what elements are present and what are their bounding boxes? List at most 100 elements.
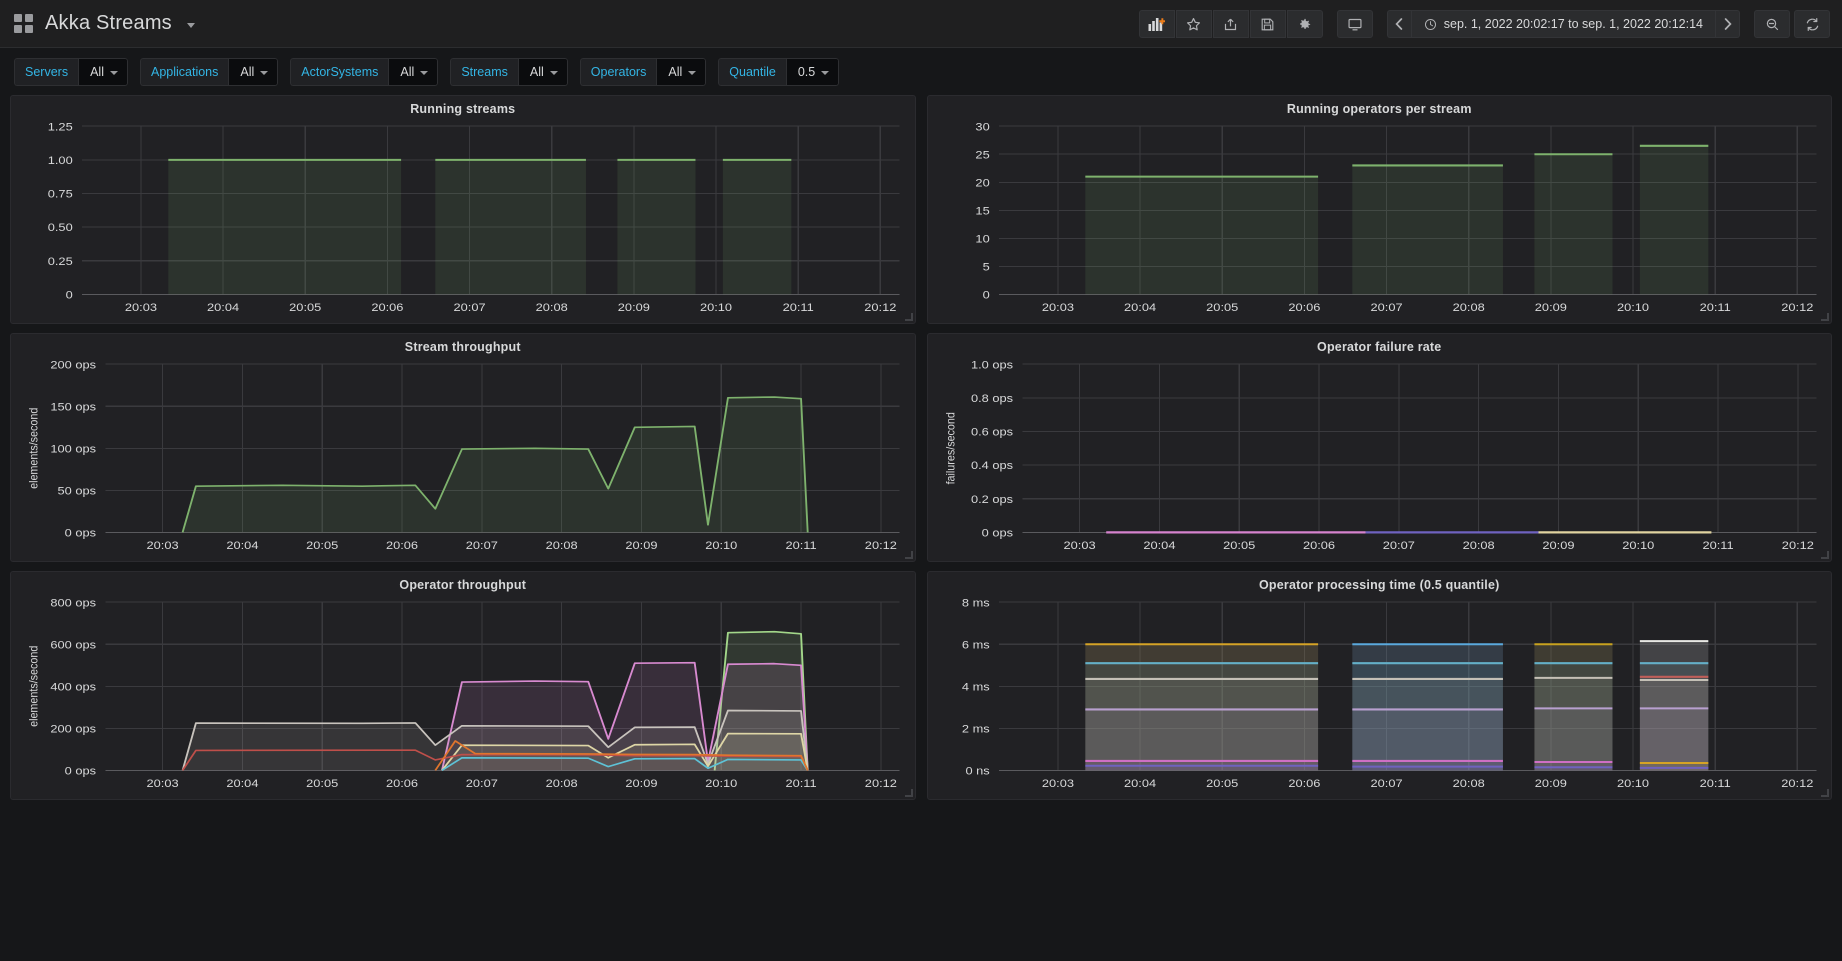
y-axis-tick-label: 200 ops bbox=[50, 722, 96, 735]
clock-icon bbox=[1424, 18, 1436, 30]
panel-stream-throughput[interactable]: Stream throughput 0 ops 50 ops 100 ops 150 … bbox=[10, 333, 916, 562]
y-axis-tick-label: 150 ops bbox=[50, 400, 96, 413]
panel-resize-handle[interactable] bbox=[904, 551, 913, 559]
panel-operator-processing-time[interactable]: Operator processing time (0.5 quantile) … bbox=[926, 571, 1832, 800]
y-axis-tick-label: 2 ms bbox=[961, 722, 989, 735]
panel-resize-handle[interactable] bbox=[904, 313, 913, 321]
x-axis-tick-label: 20:06 bbox=[1302, 539, 1334, 552]
series-group bbox=[181, 396, 809, 533]
variable-value-text-operators: All bbox=[668, 64, 683, 79]
variable-value-actorsystems[interactable]: All bbox=[388, 57, 439, 86]
x-axis-tick-label: 20:09 bbox=[1534, 777, 1566, 790]
y-axis-tick-label: 0.25 bbox=[48, 255, 73, 268]
panel-resize-handle[interactable] bbox=[1821, 789, 1829, 797]
grid-logo-icon[interactable] bbox=[14, 14, 33, 33]
x-axis-tick-label: 20:08 bbox=[546, 777, 578, 790]
cycle-view-mode-button[interactable] bbox=[1336, 10, 1373, 38]
y-axis-tick-label: 1.00 bbox=[48, 154, 73, 167]
variable-value-applications[interactable]: All bbox=[228, 57, 279, 86]
variable-value-streams[interactable]: All bbox=[517, 57, 568, 86]
chevron-down-icon bbox=[260, 70, 269, 75]
x-axis-tick-label: 20:05 bbox=[289, 301, 321, 314]
x-axis-tick-label: 20:10 bbox=[705, 777, 737, 790]
add-panel-button[interactable] bbox=[1138, 10, 1175, 38]
x-axis-tick-label: 20:05 bbox=[306, 539, 338, 552]
variable-value-quantile[interactable]: 0.5 bbox=[785, 57, 840, 86]
variable-value-text-servers: All bbox=[90, 64, 104, 79]
save-dashboard-button[interactable] bbox=[1249, 10, 1286, 38]
x-axis-tick-label: 20:03 bbox=[1041, 301, 1073, 314]
x-axis-tick-label: 20:11 bbox=[785, 777, 816, 790]
variable-value-servers[interactable]: All bbox=[78, 57, 128, 86]
variable-label-actorsystems: ActorSystems bbox=[290, 57, 389, 86]
y-axis-tick-label: 15 bbox=[975, 204, 990, 217]
x-axis-tick-label: 20:11 bbox=[783, 301, 814, 314]
x-axis-tick-label: 20:10 bbox=[1622, 539, 1654, 552]
y-axis-tick-label: 1.0 ops bbox=[970, 358, 1012, 371]
x-axis-tick-label: 20:08 bbox=[1452, 777, 1484, 790]
x-axis-tick-label: 20:10 bbox=[700, 301, 732, 314]
y-axis-tick-label: 50 ops bbox=[58, 484, 97, 497]
x-axis-tick-label: 20:08 bbox=[546, 539, 578, 552]
x-axis-tick-label: 20:12 bbox=[1781, 301, 1813, 314]
x-axis-tick-label: 20:12 bbox=[865, 777, 897, 790]
panel-running-operators-per-stream[interactable]: Running operators per stream 0 5 10 15 20 25 3… bbox=[926, 95, 1832, 324]
y-axis-tick-label: 0.4 ops bbox=[970, 459, 1012, 472]
panel-resize-handle[interactable] bbox=[1821, 551, 1829, 559]
variable-label-servers: Servers bbox=[14, 57, 79, 86]
y-axis-tick-label: 0 ops bbox=[65, 764, 96, 777]
refresh-dashboard-button[interactable] bbox=[1794, 10, 1830, 38]
dashboard-brand[interactable]: Akka Streams bbox=[14, 12, 195, 35]
y-axis-label: failures/second bbox=[945, 412, 958, 484]
dashboard-grid: Running streams 0 0.25 0.50 0.75 1.00 1.25 20:… bbox=[0, 95, 1842, 810]
y-axis-tick-label: 800 ops bbox=[50, 596, 96, 609]
panel-title: Operator failure rate bbox=[1317, 340, 1442, 354]
x-axis-tick-label: 20:06 bbox=[386, 539, 418, 552]
zoom-out-time-button[interactable] bbox=[1754, 10, 1790, 38]
y-axis-tick-label: 100 ops bbox=[50, 442, 96, 455]
panel-resize-handle[interactable] bbox=[1821, 313, 1829, 321]
plot-area[interactable]: 0 5 10 15 20 25 30 20:03 20:04 20:05 20:06 20:07 20:… bbox=[936, 118, 1824, 319]
y-axis-tick-label: 0 bbox=[982, 288, 989, 301]
plot-area[interactable]: 0 ops 200 ops 400 ops 600 ops 800 ops 20:03 20… bbox=[19, 594, 907, 795]
x-axis-tick-label: 20:08 bbox=[1462, 539, 1494, 552]
plot-area[interactable]: 0 ns 2 ms 4 ms 6 ms 8 ms 20:03 20:04 20:05 20:06… bbox=[936, 594, 1824, 795]
y-axis-tick-label: 1.25 bbox=[48, 120, 73, 133]
panel-resize-handle[interactable] bbox=[904, 789, 913, 797]
x-axis-tick-label: 20:06 bbox=[1288, 777, 1320, 790]
x-axis-tick-label: 20:05 bbox=[1206, 301, 1238, 314]
x-axis-tick-label: 20:09 bbox=[625, 539, 657, 552]
y-axis-tick-label: 25 bbox=[975, 148, 990, 161]
mark-favorite-button[interactable] bbox=[1175, 10, 1212, 38]
template-variables-bar: Servers All Applications All ActorSystem… bbox=[0, 48, 1842, 95]
chevron-down-icon[interactable] bbox=[186, 23, 195, 28]
panel-operator-throughput[interactable]: Operator throughput 0 ops 200 ops 400 ops 6… bbox=[10, 571, 916, 800]
x-axis-tick-label: 20:10 bbox=[705, 539, 737, 552]
variable-value-operators[interactable]: All bbox=[656, 57, 707, 86]
dashboard-settings-button[interactable] bbox=[1286, 10, 1323, 38]
x-axis-tick-label: 20:04 bbox=[226, 539, 258, 552]
y-axis-tick-label: 20 bbox=[975, 176, 990, 189]
plot-area[interactable]: 0 ops 0.2 ops 0.4 ops 0.6 ops 0.8 ops 1.0 ops… bbox=[936, 356, 1824, 557]
plot-area[interactable]: 0 ops 50 ops 100 ops 150 ops 200 ops 20:03 20:… bbox=[19, 356, 907, 557]
panel-title: Running operators per stream bbox=[1286, 102, 1472, 116]
panel-running-streams[interactable]: Running streams 0 0.25 0.50 0.75 1.00 1.25 20:… bbox=[10, 95, 916, 324]
variable-label-streams: Streams bbox=[450, 57, 518, 86]
time-range-next-button[interactable] bbox=[1716, 10, 1740, 38]
y-axis-tick-label: 8 ms bbox=[961, 596, 989, 609]
x-axis-tick-label: 20:10 bbox=[1616, 777, 1648, 790]
x-axis-tick-label: 20:09 bbox=[1534, 301, 1566, 314]
share-dashboard-button[interactable] bbox=[1212, 10, 1249, 38]
plot-area[interactable]: 0 0.25 0.50 0.75 1.00 1.25 20:03 20:04 20:05 20:0… bbox=[19, 118, 907, 319]
variable-servers: Servers All bbox=[14, 57, 128, 86]
time-range-prev-button[interactable] bbox=[1386, 10, 1411, 38]
variable-quantile: Quantile 0.5 bbox=[718, 57, 840, 86]
y-axis-tick-label: 0 ops bbox=[981, 526, 1012, 539]
x-axis-tick-label: 20:03 bbox=[147, 777, 179, 790]
x-axis-tick-label: 20:07 bbox=[1370, 777, 1402, 790]
y-axis-tick-label: 5 bbox=[982, 260, 989, 273]
y-axis-tick-label: 6 ms bbox=[961, 638, 989, 651]
time-range-picker[interactable]: sep. 1, 2022 20:02:17 to sep. 1, 2022 20… bbox=[1410, 10, 1716, 38]
panel-operator-failure-rate[interactable]: Operator failure rate 0 ops 0.2 ops 0.4 op… bbox=[926, 333, 1832, 562]
variable-applications: Applications All bbox=[139, 57, 279, 86]
